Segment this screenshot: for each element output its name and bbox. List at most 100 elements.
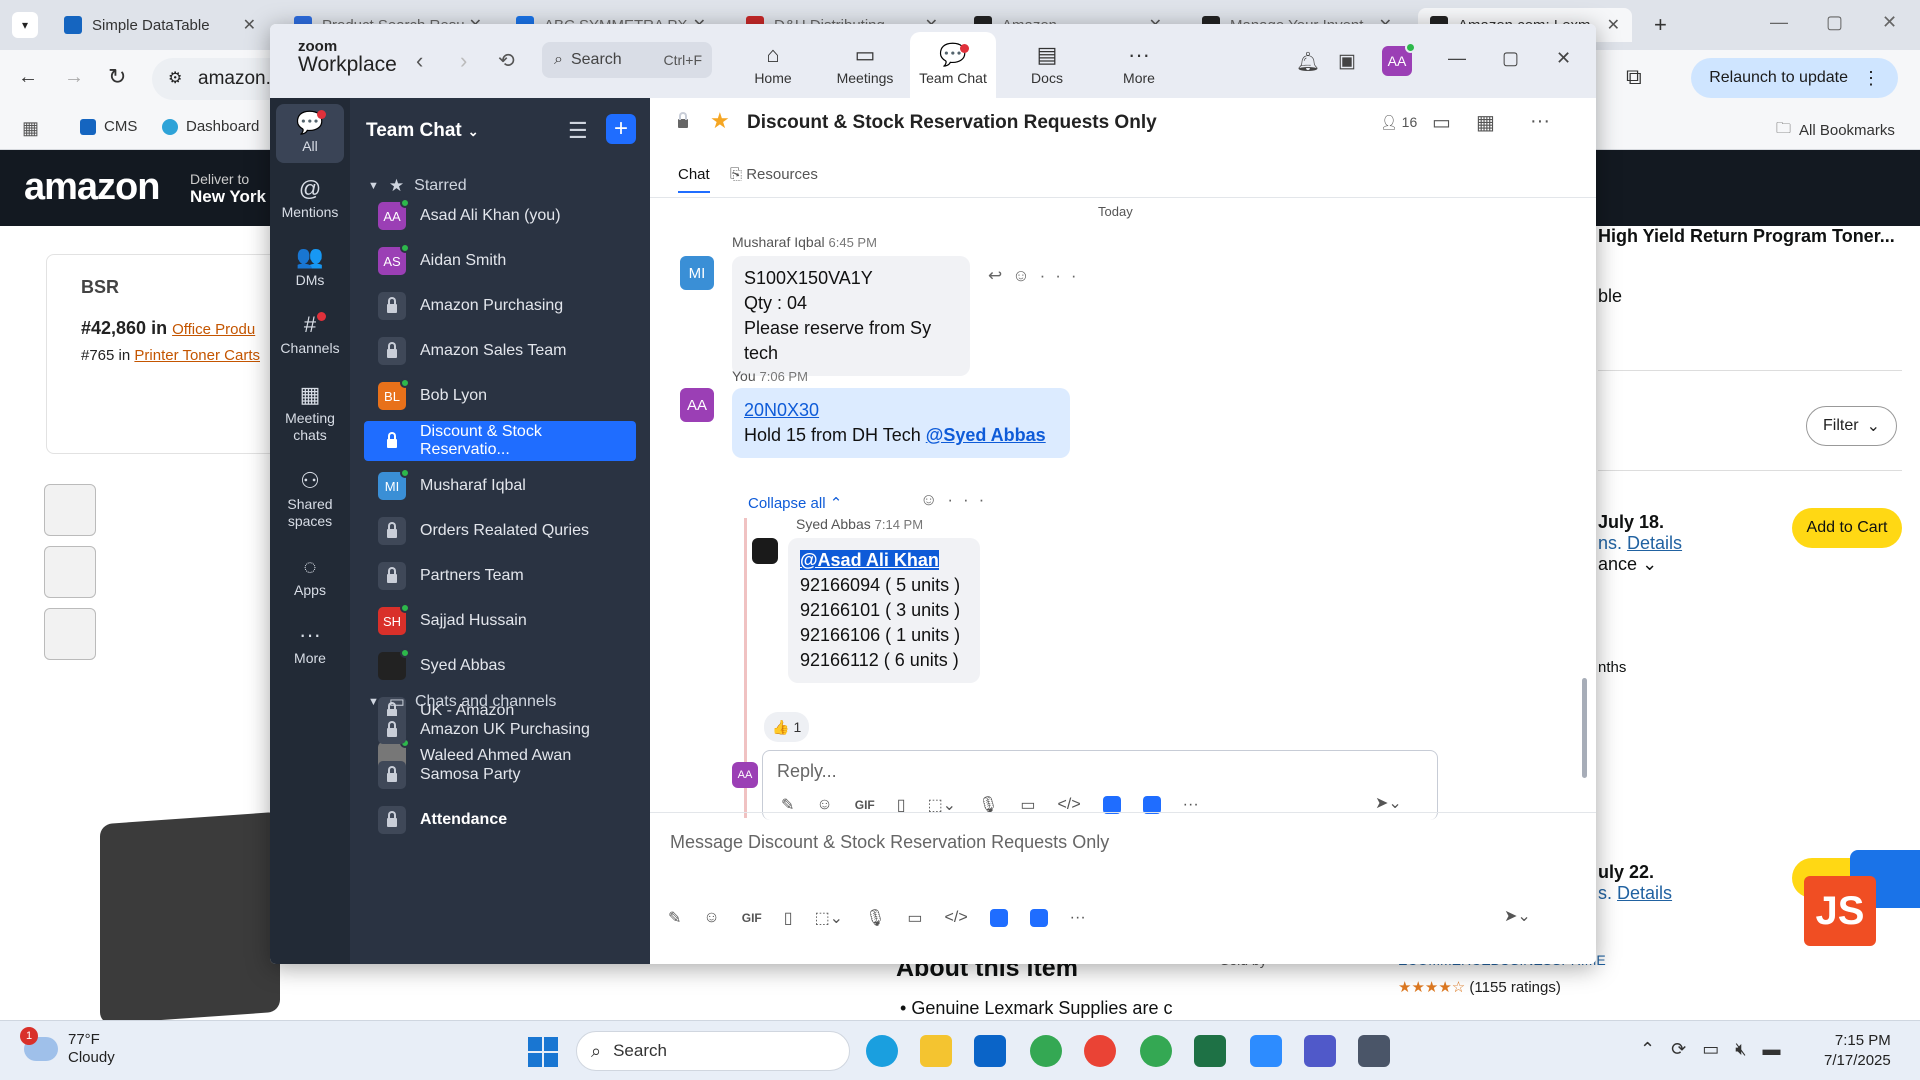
product-thumbnail[interactable] [44,484,96,536]
chrome-icon[interactable] [1030,1035,1062,1067]
message-bubble[interactable]: 20N0X30 Hold 15 from DH Tech @Syed Abbas [732,388,1070,458]
more-horizontal-icon[interactable]: ··· [947,490,994,509]
extensions-icon[interactable]: ⧉ [1626,64,1642,90]
close-icon[interactable]: ✕ [1607,15,1620,35]
tab-search-icon[interactable]: ▾ [12,12,38,38]
back-icon[interactable]: ‹ [416,48,423,74]
volume-muted-icon[interactable]: 🔇︎ [1735,1039,1746,1060]
sidebar-channel[interactable]: Amazon UK Purchasing [364,710,636,750]
tab-chat[interactable]: Chat [678,166,710,193]
filter-icon[interactable]: ☰ [568,118,588,144]
add-to-cart-button[interactable]: Add to Cart [1792,508,1902,548]
nav-team-chat[interactable]: 💬 Team Chat [910,32,996,98]
sidebar-contact[interactable]: MI Musharaf Iqbal [364,466,636,506]
maximize-icon[interactable]: ▢ [1826,12,1843,33]
back-icon[interactable]: ← [18,66,38,89]
new-chat-button[interactable]: + [606,114,636,144]
video-icon[interactable]: ▭ [1432,110,1451,135]
avatar[interactable] [752,538,778,564]
product-title[interactable]: High Yield Return Program Toner... [1598,226,1895,247]
bookmark-dashboard[interactable]: Dashboard [162,118,259,135]
apps-grid-icon[interactable]: ▦ [22,118,39,139]
app-icon[interactable] [989,909,1008,927]
video-message-icon[interactable]: ▭ [907,908,922,928]
bookmark-all[interactable]: 🗀 All Bookmarks [1776,118,1895,143]
network-icon[interactable]: ▭ [1702,1039,1719,1060]
rail-all[interactable]: 💬 All [276,104,344,163]
user-avatar[interactable]: AA [1382,42,1416,76]
scrollbar[interactable] [1582,678,1587,778]
battery-icon[interactable]: ▬ [1763,1039,1781,1060]
sidebar-channel[interactable]: Orders Realated Quries [364,511,636,551]
product-thumbnail[interactable] [44,546,96,598]
deliver-to[interactable]: Deliver to New York [190,170,266,206]
file-icon[interactable]: ▯ [784,908,793,928]
avatar[interactable]: MI [680,256,714,290]
message-bubble[interactable]: S100X150VA1Y Qty : 04 Please reserve fro… [732,256,970,376]
mention-link[interactable]: @Asad Ali Khan [800,550,939,570]
send-icon[interactable]: ➤⌄ [1504,906,1531,926]
js-extension-badge[interactable]: JS [1804,876,1876,946]
more-horizontal-icon[interactable]: ··· [1070,909,1086,927]
sidebar-channel[interactable]: Amazon Purchasing [364,286,636,326]
mention-link[interactable]: @Syed Abbas [926,425,1046,445]
bookmark-cms[interactable]: CMS [80,118,137,135]
close-icon[interactable]: ✕ [243,15,256,35]
rail-meeting-chats[interactable]: ▦ Meeting chats [276,384,344,444]
sidebar-channel[interactable]: Attendance [364,800,636,840]
app-icon[interactable] [1029,909,1048,927]
clock[interactable]: 7:15 PM 7/17/2025 [1824,1031,1891,1071]
calendar-icon[interactable]: ▦ [1476,110,1495,135]
close-icon[interactable]: ✕ [1556,48,1571,69]
amazon-logo[interactable]: amazon [24,166,160,209]
bsr-category-link[interactable]: Office Produ [172,321,255,338]
new-tab-icon[interactable]: + [1654,12,1667,38]
teams-icon[interactable] [1304,1035,1336,1067]
microphone-icon[interactable]: 🎙︎ [865,908,885,928]
calculator-icon[interactable] [1358,1035,1390,1067]
rail-more[interactable]: ··· More [276,624,344,667]
gif-button[interactable]: GIF [855,798,875,812]
nav-docs[interactable]: ▤ Docs [1004,32,1090,98]
rail-apps[interactable]: ◌ Apps [276,556,344,599]
reply-input[interactable]: Reply... ✎ ☺ GIF ▯ ⬚⌄ 🎙︎ ▭ </> ··· ➤⌄ [762,750,1438,820]
nav-meetings[interactable]: ▭ Meetings [822,32,908,98]
emoji-react-icon[interactable]: ☺ [920,490,947,509]
tab-resources[interactable]: ⎘ Resources [730,166,818,183]
edge-icon[interactable] [866,1035,898,1067]
emoji-react-icon[interactable]: ☺ [1012,266,1039,285]
excel-icon[interactable] [1194,1035,1226,1067]
taskbar-search[interactable]: ⌕ Search [576,1031,850,1071]
link[interactable]: 20N0X30 [744,400,819,420]
more-horizontal-icon[interactable]: ··· [1040,266,1087,285]
forward-icon[interactable]: › [460,48,467,74]
rail-shared-spaces[interactable]: ⚇ Shared spaces [276,470,344,530]
sidebar-contact[interactable]: AS Aidan Smith [364,241,636,281]
sidebar-channel[interactable]: Amazon Sales Team [364,331,636,371]
more-horizontal-icon[interactable]: ··· [1530,110,1550,133]
collapse-all-button[interactable]: Collapse all ⌃ [748,494,842,512]
nav-more[interactable]: ··· More [1096,32,1182,98]
chrome-icon[interactable] [1140,1035,1172,1067]
maximize-icon[interactable]: ▢ [1502,48,1519,69]
minimize-icon[interactable]: — [1448,48,1466,69]
sidebar-contact[interactable]: AA Asad Ali Khan (you) [364,196,636,236]
rail-mentions[interactable]: @ Mentions [276,178,344,221]
filter-button[interactable]: Filter ⌄ [1806,406,1897,446]
details-link[interactable]: Details [1617,883,1672,903]
chrome-icon[interactable] [1084,1035,1116,1067]
weather-widget[interactable]: 1 77°F Cloudy [20,1027,115,1067]
browser-tab[interactable]: Simple DataTable ✕ [52,8,268,42]
relaunch-button[interactable]: Relaunch to update ⋮ [1691,58,1898,98]
message-input[interactable]: Message Discount & Stock Reservation Req… [670,832,1109,853]
sync-icon[interactable]: ⟳ [1671,1039,1686,1060]
bsr-category-link[interactable]: Printer Toner Carts [134,347,260,364]
close-window-icon[interactable]: ✕ [1882,12,1897,33]
screenshot-icon[interactable]: ⬚⌄ [815,908,844,928]
code-icon[interactable]: </> [945,909,968,927]
channel-title[interactable]: Discount & Stock Reservation Requests On… [747,112,1157,134]
sidebar-channel[interactable]: Samosa Party [364,755,636,795]
start-button[interactable] [528,1037,558,1067]
rail-channels[interactable]: # Channels [276,312,344,357]
sidebar-channel[interactable]: Partners Team [364,556,636,596]
